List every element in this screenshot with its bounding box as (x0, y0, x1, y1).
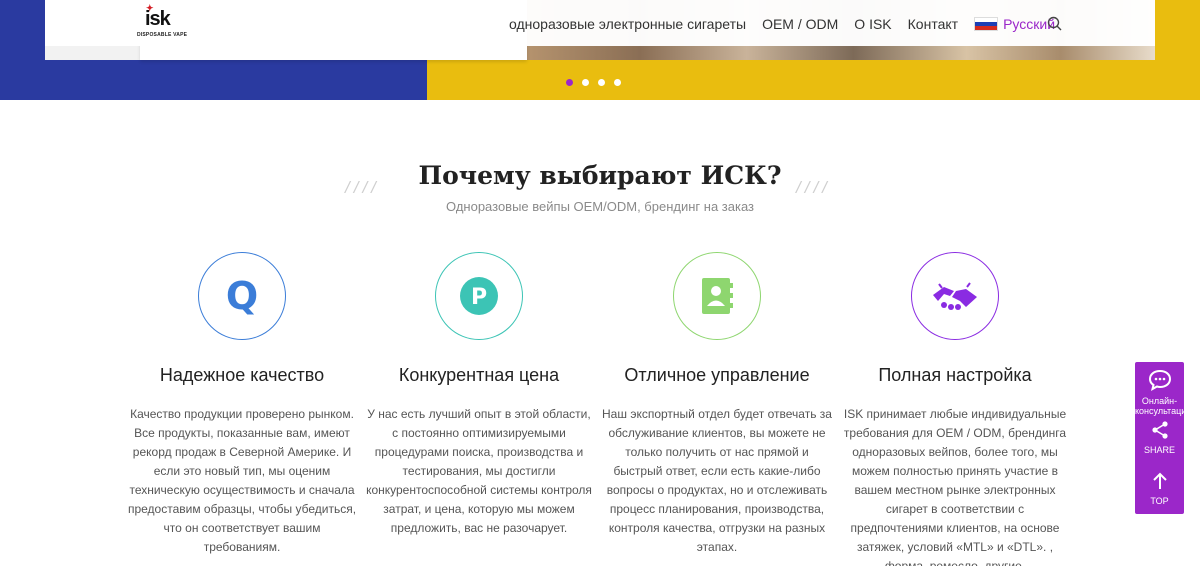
feature-customization: Полная настройка ISK принимает любые инд… (840, 252, 1070, 566)
feature-quality: Q Надежное качество Качество продукции п… (127, 252, 357, 557)
p-letter-icon: P (460, 277, 498, 315)
feature-text: Качество продукции проверено рынком. Все… (127, 407, 357, 554)
feature-title: Отличное управление (624, 365, 810, 385)
feature-title: Полная настройка (878, 365, 1032, 385)
nav-item-about[interactable]: O ISK (854, 16, 891, 32)
share-icon (1151, 421, 1168, 439)
isk-logo[interactable]: ✦ isk DISPOSABLE VAPE (137, 3, 197, 40)
share-button[interactable]: SHARE (1135, 420, 1184, 455)
share-label: SHARE (1143, 445, 1175, 455)
slider-dot-4[interactable] (614, 79, 621, 86)
feature-title: Надежное качество (159, 365, 325, 385)
language-selector[interactable]: Русский (974, 16, 1055, 32)
contact-book-icon (702, 278, 733, 314)
feature-icon-circle (673, 252, 761, 340)
feature-icon-circle: Q (198, 252, 286, 340)
section-title: Почему выбирают ИСК? (418, 161, 782, 190)
logo-mark: ✦ isk (145, 3, 171, 30)
russia-flag-icon (974, 17, 999, 31)
feature-text: Наш экспортный отдел будет отвечать за о… (602, 407, 832, 554)
logo-subtitle: DISPOSABLE VAPE (137, 32, 188, 38)
site-header: ✦ isk DISPOSABLE VAPE одноразовые электро… (45, 0, 1155, 46)
feature-icon-circle (911, 252, 999, 340)
online-consult-button[interactable]: Онлайн-консультация (1135, 369, 1184, 416)
feature-management: Отличное управление Наш экспортный отдел… (602, 252, 832, 557)
nav-item-disposable-ecigs[interactable]: одноразовые электронные сигареты (509, 16, 746, 32)
feature-icon-circle: P (435, 252, 523, 340)
back-to-top-button[interactable]: TOP (1135, 471, 1184, 506)
floating-side-bar: Онлайн-консультация SHARE TOP (1135, 362, 1184, 514)
q-letter-icon: Q (226, 274, 258, 318)
handshake-icon (933, 282, 977, 310)
svg-text:Q: Q (226, 274, 258, 318)
feature-text: У нас есть лучший опыт в этой области, с… (366, 407, 592, 535)
svg-text:P: P (471, 285, 487, 310)
slider-dot-3[interactable] (598, 79, 605, 86)
feature-text: ISK принимает любые индивидуальные требо… (843, 407, 1067, 566)
arrow-up-icon (1152, 472, 1167, 489)
feature-price: P Конкурентная цена У нас есть лучший оп… (364, 252, 594, 538)
main-nav: одноразовые электронные сигареты OEM / O… (509, 16, 1055, 32)
search-icon[interactable] (1046, 15, 1064, 33)
online-consult-label: Онлайн-консультация (1135, 396, 1184, 416)
slider-dot-1[interactable] (566, 79, 573, 86)
slider-dot-2[interactable] (582, 79, 589, 86)
nav-item-contact[interactable]: Контакт (908, 16, 958, 32)
top-label: TOP (1150, 496, 1169, 506)
nav-item-oem-odm[interactable]: OEM / ODM (762, 16, 838, 32)
feature-title: Конкурентная цена (398, 365, 560, 385)
slider-pagination (566, 79, 621, 86)
chat-icon (1148, 369, 1171, 391)
section-subtitle: Одноразовые вейпы OEM/ODM, брендинг на з… (446, 199, 754, 214)
